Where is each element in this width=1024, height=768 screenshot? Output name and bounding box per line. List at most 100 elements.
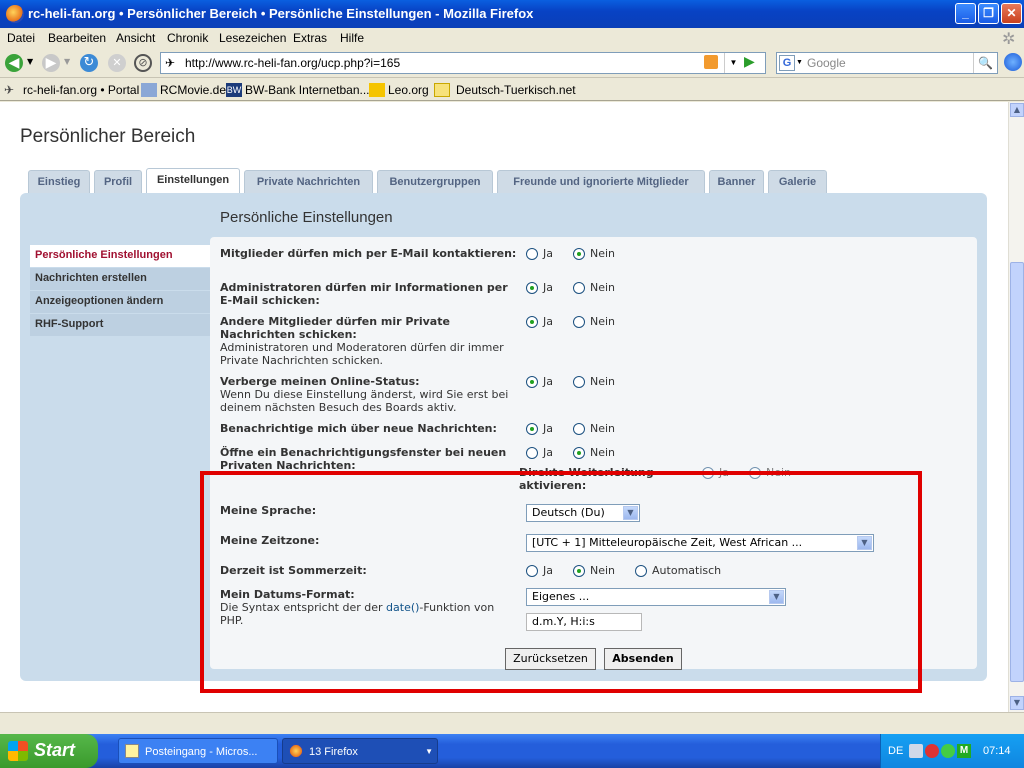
pm-yes-radio[interactable] (526, 315, 538, 328)
admin-email-yes-radio[interactable] (526, 281, 538, 294)
engine-dropdown-icon[interactable]: ▼ (796, 59, 803, 66)
tab-galerie[interactable]: Galerie (768, 170, 827, 194)
setting-dst: Derzeit ist Sommerzeit: (220, 564, 520, 577)
chevron-down-icon: ▼ (857, 536, 872, 550)
dateformat-input[interactable]: d.m.Y, H:i:s (526, 613, 642, 631)
php-date-link[interactable]: date() (386, 601, 419, 614)
reload-icon[interactable]: ↻ (80, 54, 98, 72)
messenger-icon[interactable] (941, 744, 955, 758)
setting-admin-email: Administratoren dürfen mir Informationen… (220, 281, 520, 307)
no-label: Nein (590, 281, 616, 294)
email-contact-yes-radio[interactable] (526, 247, 538, 260)
nav-rhf-support[interactable]: RHF-Support (30, 314, 210, 336)
task-firefox[interactable]: 13 Firefox ▼ (282, 738, 438, 764)
forward-history-icon[interactable]: ▼ (64, 57, 70, 66)
nav-anzeigeoptionen[interactable]: Anzeigeoptionen ändern (30, 291, 210, 313)
reset-button[interactable]: Zurücksetzen (505, 648, 596, 670)
minimize-button[interactable]: _ (955, 3, 976, 24)
task-label: Posteingang - Micros... (145, 746, 258, 758)
dst-no-radio[interactable] (573, 564, 585, 577)
bookmark-rcmovie[interactable]: RCMovie.de (141, 83, 226, 97)
scroll-down-icon[interactable]: ▼ (1010, 696, 1024, 710)
web-content: Persönlicher Bereich Einstieg Profil Ein… (0, 102, 1008, 712)
bookmark-leo[interactable]: Leo.org (369, 83, 429, 97)
admin-email-options: Ja Nein (526, 281, 629, 294)
url-dropdown-icon[interactable]: ▼ (724, 53, 742, 73)
stop-icon[interactable]: ✕ (108, 54, 126, 72)
title-bar: rc-heli-fan.org • Persönlicher Bereich •… (0, 0, 1024, 28)
bookmark-bwbank[interactable]: BW BW-Bank Internetban... (226, 83, 370, 97)
google-icon[interactable]: G (779, 55, 795, 71)
dst-auto-radio[interactable] (635, 564, 648, 577)
menu-ansicht[interactable]: Ansicht (116, 31, 155, 45)
popup-no-radio[interactable] (573, 446, 585, 459)
menu-hilfe[interactable]: Hilfe (340, 31, 364, 45)
chevron-down-icon: ▼ (623, 506, 638, 520)
task-outlook[interactable]: Posteingang - Micros... (118, 738, 278, 764)
tab-einstellungen[interactable]: Einstellungen (146, 168, 240, 194)
start-button[interactable]: Start (0, 734, 98, 768)
setting-label: Benachrichtige mich über neue Nachrichte… (220, 422, 497, 435)
rss-icon[interactable] (704, 55, 718, 69)
setting-label: Mitglieder dürfen mich per E-Mail kontak… (220, 247, 517, 260)
maximize-button[interactable]: ❐ (978, 3, 999, 24)
search-placeholder: Google (807, 56, 846, 70)
menu-chronik[interactable]: Chronik (167, 31, 208, 45)
task-label: 13 Firefox (309, 746, 358, 758)
back-icon[interactable]: ◀ (5, 54, 23, 72)
search-input[interactable]: G ▼ Google 🔍 (776, 52, 998, 74)
email-contact-no-radio[interactable] (573, 247, 585, 260)
home-icon[interactable]: ⊘ (134, 54, 152, 72)
nav-nachrichten-erstellen[interactable]: Nachrichten erstellen (30, 268, 210, 290)
redirect-yes-radio[interactable] (702, 466, 714, 479)
scroll-up-icon[interactable]: ▲ (1010, 103, 1024, 117)
dst-options: Ja Nein Automatisch (526, 564, 735, 577)
admin-email-no-radio[interactable] (573, 281, 585, 294)
scroll-thumb[interactable] (1010, 262, 1024, 682)
setting-label: Derzeit ist Sommerzeit: (220, 564, 367, 577)
bookmark-portal[interactable]: ✈ rc-heli-fan.org • Portal (4, 83, 139, 97)
language-select[interactable]: Deutsch (Du) ▼ (526, 504, 640, 522)
close-button[interactable]: ✕ (1001, 3, 1022, 24)
timezone-select[interactable]: [UTC + 1] Mitteleuropäische Zeit, West A… (526, 534, 874, 552)
m-icon[interactable]: M (957, 744, 971, 758)
submit-button[interactable]: Absenden (604, 648, 682, 670)
menu-bearbeiten[interactable]: Bearbeiten (48, 31, 106, 45)
language-indicator[interactable]: DE (888, 745, 903, 757)
bookmark-deutsch-tuerkisch[interactable]: Deutsch-Tuerkisch.net (434, 83, 576, 97)
dateformat-select[interactable]: Eigenes ... ▼ (526, 588, 786, 606)
dst-yes-radio[interactable] (526, 564, 538, 577)
back-history-icon[interactable]: ▼ (27, 57, 33, 66)
tab-benutzergruppen[interactable]: Benutzergruppen (377, 170, 493, 194)
url-bar[interactable]: ✈ http://www.rc-heli-fan.org/ucp.php?i=1… (160, 52, 766, 74)
search-icon[interactable]: 🔍 (973, 53, 997, 73)
hide-online-no-radio[interactable] (573, 375, 585, 388)
tab-private-nachrichten[interactable]: Private Nachrichten (244, 170, 373, 194)
notify-new-options: Ja Nein (526, 422, 629, 435)
menu-lesezeichen[interactable]: Lesezeichen (219, 31, 286, 45)
menu-datei[interactable]: Datei (7, 31, 35, 45)
tab-freunde[interactable]: Freunde und ignorierte Mitglieder (497, 170, 705, 194)
hide-online-yes-radio[interactable] (526, 375, 538, 388)
tab-banner[interactable]: Banner (709, 170, 764, 194)
redirect-no-radio[interactable] (749, 466, 761, 479)
security-icon[interactable] (925, 744, 939, 758)
notify-yes-radio[interactable] (526, 422, 538, 435)
forward-icon[interactable]: ▶ (42, 54, 60, 72)
tab-profil[interactable]: Profil (94, 170, 142, 194)
no-label: Nein (590, 446, 616, 459)
network-icon[interactable] (909, 744, 923, 758)
bookmarks-toolbar: ✈ rc-heli-fan.org • Portal RCMovie.de BW B… (0, 79, 1024, 101)
menu-extras[interactable]: Extras (293, 31, 327, 45)
pm-no-radio[interactable] (573, 315, 585, 328)
page-icon: ✈ (165, 56, 176, 70)
popup-yes-radio[interactable] (526, 446, 538, 459)
nav-persoenliche-einstellungen[interactable]: Persönliche Einstellungen (30, 245, 210, 267)
notify-no-radio[interactable] (573, 422, 585, 435)
tab-einstieg[interactable]: Einstieg (28, 170, 90, 194)
go-icon[interactable]: ▶ (744, 55, 758, 69)
chevron-down-icon: ▼ (769, 590, 784, 604)
globe-icon[interactable] (1004, 53, 1022, 71)
select-value: Deutsch (Du) (532, 506, 605, 519)
vertical-scrollbar[interactable]: ▲ ▼ (1008, 102, 1024, 712)
